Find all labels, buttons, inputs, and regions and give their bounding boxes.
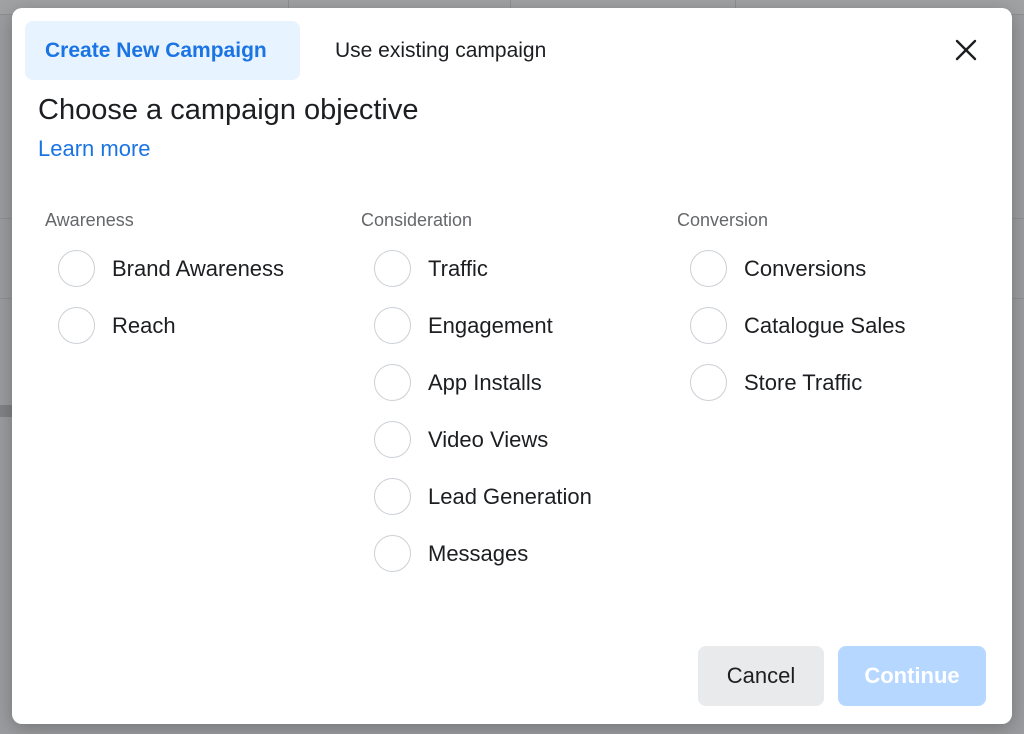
objective-group-conversion: Conversion Conversions Catalogue Sales S… xyxy=(677,208,905,419)
close-button[interactable] xyxy=(948,32,984,68)
option-video-views[interactable]: Video Views xyxy=(374,419,592,460)
campaign-objective-dialog: Create New Campaign Use existing campaig… xyxy=(12,8,1012,724)
option-label: App Installs xyxy=(428,369,542,395)
option-label: Traffic xyxy=(428,255,488,281)
option-catalogue-sales[interactable]: Catalogue Sales xyxy=(690,305,905,346)
option-brand-awareness[interactable]: Brand Awareness xyxy=(58,248,284,289)
radio-button[interactable] xyxy=(690,307,727,344)
continue-button[interactable]: Continue xyxy=(838,646,986,706)
tab-label: Use existing campaign xyxy=(335,38,547,62)
group-label: Awareness xyxy=(45,210,134,230)
radio-button[interactable] xyxy=(690,364,727,401)
radio-button[interactable] xyxy=(374,478,411,515)
objective-group-awareness: Awareness Brand Awareness Reach xyxy=(45,208,284,362)
option-engagement[interactable]: Engagement xyxy=(374,305,592,346)
radio-button[interactable] xyxy=(58,307,95,344)
radio-button[interactable] xyxy=(690,250,727,287)
radio-button[interactable] xyxy=(374,535,411,572)
radio-button[interactable] xyxy=(374,421,411,458)
option-conversions[interactable]: Conversions xyxy=(690,248,905,289)
group-label: Consideration xyxy=(361,210,473,230)
option-label: Brand Awareness xyxy=(112,255,285,281)
option-label: Lead Generation xyxy=(428,483,592,509)
option-messages[interactable]: Messages xyxy=(374,533,592,574)
option-traffic[interactable]: Traffic xyxy=(374,248,592,289)
option-reach[interactable]: Reach xyxy=(58,305,284,346)
radio-button[interactable] xyxy=(374,250,411,287)
option-label: Messages xyxy=(428,540,529,566)
option-label: Conversions xyxy=(744,255,867,281)
tab-use-existing-campaign[interactable]: Use existing campaign xyxy=(315,21,566,80)
radio-button[interactable] xyxy=(374,364,411,401)
option-label: Video Views xyxy=(428,426,549,452)
tab-create-new-campaign[interactable]: Create New Campaign xyxy=(25,21,300,80)
close-icon xyxy=(955,39,977,61)
radio-button[interactable] xyxy=(58,250,95,287)
option-lead-generation[interactable]: Lead Generation xyxy=(374,476,592,517)
dialog-title: Choose a campaign objective xyxy=(38,94,419,126)
objective-group-consideration: Consideration Traffic Engagement App Ins… xyxy=(361,208,592,590)
radio-button[interactable] xyxy=(374,307,411,344)
cancel-button[interactable]: Cancel xyxy=(698,646,824,706)
option-label: Store Traffic xyxy=(744,369,863,395)
group-label: Conversion xyxy=(677,210,769,230)
option-label: Engagement xyxy=(428,312,553,338)
option-app-installs[interactable]: App Installs xyxy=(374,362,592,403)
option-store-traffic[interactable]: Store Traffic xyxy=(690,362,905,403)
option-label: Catalogue Sales xyxy=(744,312,906,338)
learn-more-link[interactable]: Learn more xyxy=(38,136,151,162)
tab-label: Create New Campaign xyxy=(45,38,267,62)
option-label: Reach xyxy=(112,312,176,338)
